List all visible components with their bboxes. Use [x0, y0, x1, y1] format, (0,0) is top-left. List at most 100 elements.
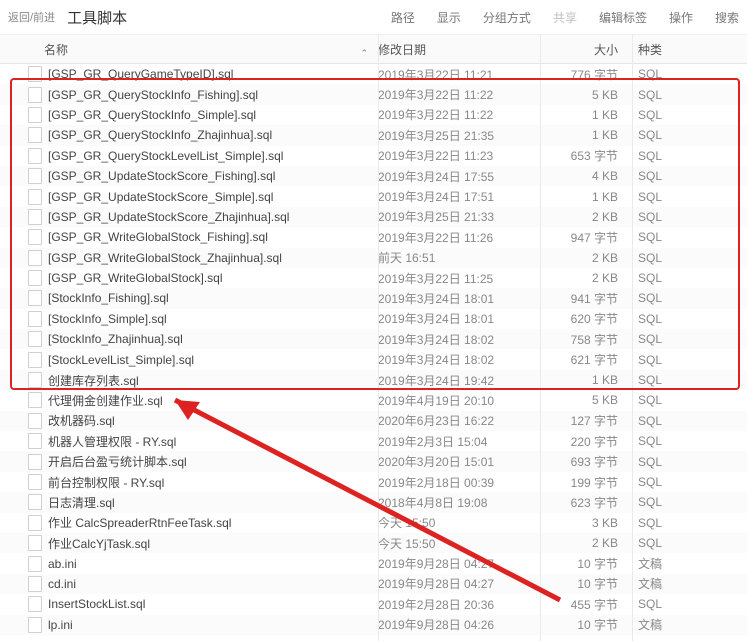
table-row[interactable]: 开启后台盈亏统计脚本.sql2020年3月20日 15:01693 字节SQL [0, 451, 747, 471]
table-row[interactable]: [GSP_GR_QueryStockInfo_Zhajinhua].sql201… [0, 125, 747, 145]
cell-kind: SQL [632, 190, 747, 204]
menu-view[interactable]: 显示 [437, 9, 461, 26]
cell-date: 2019年3月24日 18:01 [378, 290, 540, 307]
file-name: [GSP_GR_WriteGlobalStock_Fishing].sql [48, 230, 268, 244]
cell-size: 455 字节 [540, 596, 632, 613]
header-date[interactable]: 修改日期 [378, 41, 540, 58]
file-name: cd.ini [48, 577, 76, 591]
cell-size: 620 字节 [540, 310, 632, 327]
cell-size: 3 KB [540, 516, 632, 530]
cell-size: 693 字节 [540, 453, 632, 470]
table-row[interactable]: [GSP_GR_WriteGlobalStock].sql2019年3月22日 … [0, 268, 747, 288]
file-icon [28, 209, 42, 225]
table-row[interactable]: 创建库存列表.sql2019年3月24日 19:421 KBSQL [0, 370, 747, 390]
table-row[interactable]: cd.ini2019年9月28日 04:2710 字节文稿 [0, 574, 747, 594]
table-row[interactable]: [StockInfo_Zhajinhua].sql2019年3月24日 18:0… [0, 329, 747, 349]
file-icon [28, 596, 42, 612]
table-row[interactable]: 日志清理.sql2018年4月8日 19:08623 字节SQL [0, 492, 747, 512]
file-name: [GSP_GR_QueryStockInfo_Fishing].sql [48, 88, 258, 102]
cell-date: 今天 15:50 [378, 535, 540, 552]
cell-date: 2019年3月24日 17:51 [378, 188, 540, 205]
file-name: [StockInfo_Fishing].sql [48, 291, 169, 305]
cell-kind: SQL [632, 373, 747, 387]
file-icon [28, 372, 42, 388]
table-row[interactable]: [GSP_GR_UpdateStockScore_Zhajinhua].sql2… [0, 207, 747, 227]
table-row[interactable]: 作业CalcYjTask.sql今天 15:502 KBSQL [0, 533, 747, 553]
header-name[interactable]: 名称 ⌃ [0, 41, 378, 58]
menu-search[interactable]: 搜索 [715, 9, 739, 26]
table-row[interactable]: ab.ini2019年9月28日 04:2710 字节文稿 [0, 553, 747, 573]
menu-path[interactable]: 路径 [391, 9, 415, 26]
table-row[interactable]: [GSP_GR_UpdateStockScore_Simple].sql2019… [0, 186, 747, 206]
cell-kind: SQL [632, 434, 747, 448]
table-row[interactable]: [GSP_GR_QueryStockLevelList_Simple].sql2… [0, 146, 747, 166]
table-row[interactable]: 作业 CalcSpreaderRtnFeeTask.sql今天 15:503 K… [0, 513, 747, 533]
cell-name: cd.ini [0, 576, 378, 592]
cell-kind: SQL [632, 455, 747, 469]
cell-size: 1 KB [540, 190, 632, 204]
column-divider [378, 34, 379, 641]
table-row[interactable]: 改机器码.sql2020年6月23日 16:22127 字节SQL [0, 411, 747, 431]
toolbar: 返回/前进 工具脚本 路径 显示 分组方式 共享 编辑标签 操作 搜索 [0, 0, 747, 35]
menu-tags[interactable]: 编辑标签 [599, 9, 647, 26]
cell-date: 2019年4月19日 20:10 [378, 392, 540, 409]
cell-size: 4 KB [540, 169, 632, 183]
cell-date: 2019年3月25日 21:35 [378, 127, 540, 144]
cell-name: 代理佣金创建作业.sql [0, 392, 378, 409]
cell-kind: SQL [632, 597, 747, 611]
nav-back-forward[interactable]: 返回/前进 [8, 9, 55, 25]
cell-kind: SQL [632, 128, 747, 142]
cell-kind: SQL [632, 475, 747, 489]
cell-kind: 文稿 [632, 616, 747, 633]
table-row[interactable]: 机器人管理权限 - RY.sql2019年2月3日 15:04220 字节SQL [0, 431, 747, 451]
table-row[interactable]: 前台控制权限 - RY.sql2019年2月18日 00:39199 字节SQL [0, 472, 747, 492]
table-row[interactable]: [StockLevelList_Simple].sql2019年3月24日 18… [0, 349, 747, 369]
file-icon [28, 576, 42, 592]
menu-action[interactable]: 操作 [669, 9, 693, 26]
cell-size: 5 KB [540, 88, 632, 102]
table-row[interactable]: [GSP_GR_QueryStockInfo_Fishing].sql2019年… [0, 84, 747, 104]
file-icon [28, 433, 42, 449]
file-name: 改机器码.sql [48, 412, 115, 429]
table-row[interactable]: [GSP_GR_QueryGameTypeID].sql2019年3月22日 1… [0, 64, 747, 84]
cell-kind: SQL [632, 414, 747, 428]
table-row[interactable]: [GSP_GR_WriteGlobalStock_Fishing].sql201… [0, 227, 747, 247]
file-icon [28, 556, 42, 572]
table-row[interactable]: InsertStockList.sql2019年2月28日 20:36455 字… [0, 594, 747, 614]
file-name: 前台控制权限 - RY.sql [48, 474, 164, 491]
cell-kind: SQL [632, 495, 747, 509]
cell-name: lp.ini [0, 617, 378, 633]
table-row[interactable]: [GSP_GR_UpdateStockScore_Fishing].sql201… [0, 166, 747, 186]
file-name: 作业CalcYjTask.sql [48, 535, 150, 552]
table-row[interactable]: [GSP_GR_WriteGlobalStock_Zhajinhua].sql前… [0, 248, 747, 268]
cell-date: 2018年4月8日 19:08 [378, 494, 540, 511]
cell-size: 1 KB [540, 128, 632, 142]
cell-size: 947 字节 [540, 229, 632, 246]
cell-date: 2019年9月28日 04:27 [378, 575, 540, 592]
menu-group[interactable]: 分组方式 [483, 9, 531, 26]
file-name: 作业 CalcSpreaderRtnFeeTask.sql [48, 514, 231, 531]
table-row[interactable]: 代理佣金创建作业.sql2019年4月19日 20:105 KBSQL [0, 390, 747, 410]
header-size[interactable]: 大小 [540, 41, 632, 58]
file-icon [28, 515, 42, 531]
header-kind[interactable]: 种类 [632, 41, 747, 58]
file-name: 创建库存列表.sql [48, 372, 139, 389]
cell-size: 127 字节 [540, 412, 632, 429]
file-list[interactable]: [GSP_GR_QueryGameTypeID].sql2019年3月22日 1… [0, 64, 747, 641]
file-icon [28, 494, 42, 510]
cell-size: 10 字节 [540, 616, 632, 633]
file-icon [28, 392, 42, 408]
cell-date: 2019年9月28日 04:27 [378, 555, 540, 572]
table-row[interactable]: [StockInfo_Simple].sql2019年3月24日 18:0162… [0, 309, 747, 329]
cell-name: 作业CalcYjTask.sql [0, 535, 378, 552]
table-row[interactable]: [StockInfo_Fishing].sql2019年3月24日 18:019… [0, 288, 747, 308]
file-icon [28, 168, 42, 184]
cell-kind: SQL [632, 149, 747, 163]
table-row[interactable]: lp.ini2019年9月28日 04:2610 字节文稿 [0, 615, 747, 635]
table-row[interactable]: [GSP_GR_QueryStockInfo_Simple].sql2019年3… [0, 105, 747, 125]
cell-size: 776 字节 [540, 66, 632, 83]
file-name: 日志清理.sql [48, 494, 115, 511]
cell-kind: SQL [632, 108, 747, 122]
cell-name: [StockLevelList_Simple].sql [0, 352, 378, 368]
column-headers: 名称 ⌃ 修改日期 大小 种类 [0, 35, 747, 64]
